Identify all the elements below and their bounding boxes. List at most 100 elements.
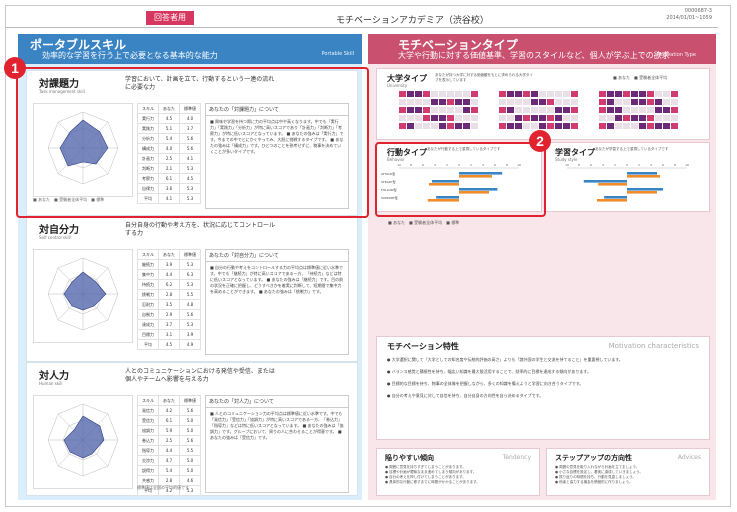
grid-cell [639,115,646,121]
comment-body: ■ 自分の行動や考えをコントロールする力の平均点は標準値に近い水準です。中でも「… [210,265,344,294]
grid-cell [507,107,514,113]
grid-cell [423,107,430,113]
portable-skill-en: Portable Skill [321,51,354,57]
grid-cell [515,107,522,113]
study-type-description: あなたが学習する上で重視しているタイプです [595,147,669,151]
average-bar [598,183,627,186]
grid-cell [599,123,606,129]
grid-cell [523,107,530,113]
comment-title: あなたの「対人力」について [206,396,348,408]
grid-cell [423,123,430,129]
grid-cell [607,123,614,129]
tick-label: 10 [685,163,689,167]
highlight-frame-2 [375,142,546,217]
grid-cell [631,107,638,113]
average-bar [627,191,657,194]
grid-cell [515,99,522,105]
tendency-box: 陥りやすい傾向 Tendency ● 周囲に意見を持ちすぎてしまうことがあります… [376,448,540,496]
grid-cell [439,115,446,121]
grid-cell [555,107,562,113]
tick-label: 8 [578,163,580,167]
grid-cell [463,99,470,105]
grid-cell [439,123,446,129]
portable-skill-subtitle: 効率的な学習を行う上で必要となる基本的な能力 [42,51,218,60]
section-description: 自分自身の行動や考え方を、状況に応じてコントロールする力 [125,222,276,237]
grid-cell [639,123,646,129]
grid-cell [471,115,478,121]
grid-cell [523,91,530,97]
grid-cell [499,91,506,97]
grid-cell [647,91,654,97]
grid-cell [671,115,678,121]
grid-cell [663,91,670,97]
grid-cell [647,107,654,113]
grid-cell [431,115,438,121]
motivation-type-header: モチベーションタイプ 大学や行動に対する価値基準、学習のスタイルなど、個人が学ぶ… [368,34,716,64]
grid-cell [439,91,446,97]
grid-cell [607,107,614,113]
grid-cell [571,107,578,113]
grid-cell [663,107,670,113]
grid-cell [671,123,678,129]
grid-cell [531,115,538,121]
radar-chart [33,249,133,343]
grid-cell [463,107,470,113]
motivation-list: ● 大学選択に関して「大学としての知名度や伝統的評価の高さ」よりも「諸外国の学生… [387,357,697,405]
grid-cell [531,99,538,105]
grid-cell [663,99,670,105]
grid-cell [523,99,530,105]
grid-cell [563,99,570,105]
tendency-en: Tendency [502,454,531,461]
advice-en: Advices [677,454,701,461]
grid-cell [631,91,638,97]
header-divider [6,27,718,28]
univ-legend: ■ あなた ■ 受験者全体平均 [613,75,668,80]
grid-cell [647,123,654,129]
motivation-type-subtitle: 大学や行動に対する価値基準、学習のスタイルなど、個人が学ぶ上での欲求 [398,51,670,60]
grid-cell [471,107,478,113]
grid-cell [523,123,530,129]
grid-cell [471,123,478,129]
grid-cell [563,123,570,129]
grid-cell [407,123,414,129]
average-bar [597,199,627,202]
grid-cell [463,115,470,121]
grid-cell [399,91,406,97]
grid-cell [431,91,438,97]
grid-cell [563,115,570,121]
grid-cell [455,123,462,129]
grid-cell [539,99,546,105]
grid-cell [607,115,614,121]
grid-cell [539,123,546,129]
grid-cell [539,115,546,121]
grid-cell [663,115,670,121]
tick-label: 6 [590,163,592,167]
grid-cell [671,91,678,97]
tendency-list: ● 周囲に意見を持ちすぎてしまうことがあります。 ● 目標や計画が曖昧なまま進め… [385,465,531,485]
grid-cell [599,107,606,113]
grid-cell [455,99,462,105]
section-subtitle: Self control skill [39,235,71,240]
report-title: モチベーションアカデミア（渋谷校） [336,16,489,26]
motivation-title: モチベーション特性 [387,342,459,351]
self-control-section: 対自分力 Self control skill 自分自身の行動や考え方を、状況に… [26,216,358,362]
grid-cell [655,99,662,105]
skill-table: スキル あなた 標準値 発信力 4.2 5.6 受信力 6.1 5.0 協調力 5.9 5.0 … [137,395,201,496]
grid-cell [571,91,578,97]
grid-cell [547,115,554,121]
grid-cell [471,91,478,97]
grid-cell [671,99,678,105]
list-item: ● 目標的な目標を持ち、物事の全体像を把握しながら、多くの知識を備えようと学習に… [387,381,584,386]
study-type-chart: 10 8 6 4 2 0 2 4 6 8 10 [565,163,689,202]
grid-cell [399,107,406,113]
grid-cell [539,91,546,97]
type-legend: ■ あなた ■ 受験者全体平均 ■ 標準 [388,220,460,225]
tick-label: 10 [565,163,569,167]
grid-cell [655,123,662,129]
grid-cell [531,91,538,97]
grid-cell [547,107,554,113]
grid-cell [423,91,430,97]
grid-cell [471,99,478,105]
report-header: 回答者用 モチベーションアカデミア（渋谷校） 0000687-3 2014/01… [6,8,718,26]
comment-box: あなたの「対自分力」について ■ 自分の行動や考えをコントロールする力の平均点は… [205,249,349,355]
